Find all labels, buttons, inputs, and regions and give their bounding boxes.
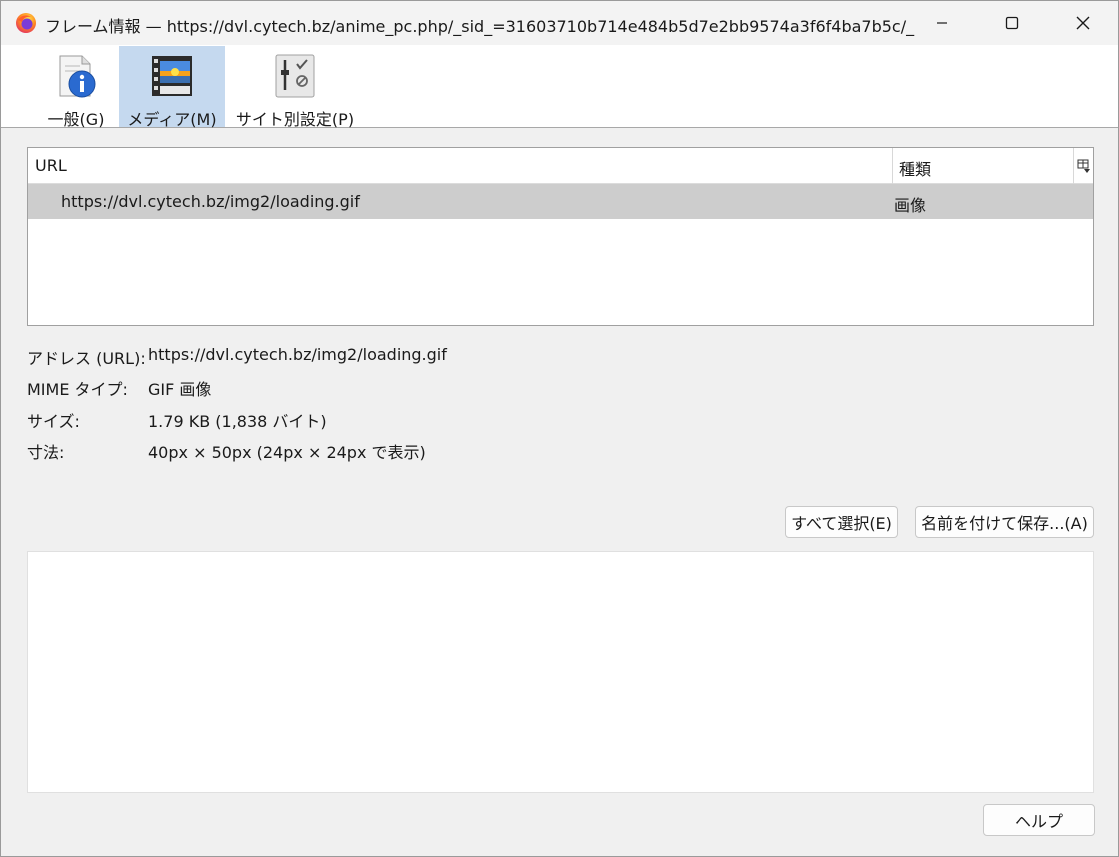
address-value: https://dvl.cytech.bz/img2/loading.gif — [148, 345, 447, 364]
media-type-cell: 画像 — [894, 196, 927, 215]
dimensions-label: 寸法: — [27, 443, 65, 462]
column-header-type[interactable]: 種類 — [899, 156, 931, 180]
window-title: フレーム情報 — https://dvl.cytech.bz/anime_pc.… — [45, 17, 915, 36]
maximize-button[interactable] — [977, 1, 1047, 45]
dimensions-value: 40px × 50px (24px × 24px で表示) — [148, 443, 426, 462]
size-value: 1.79 KB (1,838 バイト) — [148, 412, 327, 431]
select-all-button[interactable]: すべて選択(E) — [785, 506, 898, 538]
address-label: アドレス (URL): — [27, 349, 146, 368]
mime-type-label: MIME タイプ: — [27, 380, 128, 399]
permissions-icon — [269, 50, 321, 102]
minimize-button[interactable] — [907, 1, 977, 45]
close-button[interactable] — [1048, 1, 1118, 45]
tab-media-label: メディア(M) — [127, 110, 217, 129]
tab-permissions[interactable]: サイト別設定(P) — [227, 46, 363, 129]
tab-permissions-label: サイト別設定(P) — [235, 110, 355, 129]
size-label: サイズ: — [27, 412, 80, 431]
tab-general[interactable]: 一般(G) — [35, 46, 117, 129]
column-divider[interactable] — [1073, 148, 1074, 184]
column-picker-icon[interactable] — [1077, 158, 1091, 174]
help-button[interactable]: ヘルプ — [983, 804, 1095, 836]
media-icon — [146, 50, 198, 102]
mime-type-value: GIF 画像 — [148, 380, 212, 399]
column-header-url[interactable]: URL — [35, 156, 67, 175]
save-as-button[interactable]: 名前を付けて保存...(A) — [915, 506, 1094, 538]
table-row[interactable]: https://dvl.cytech.bz/img2/loading.gif 画… — [28, 184, 1093, 219]
media-url-cell: https://dvl.cytech.bz/img2/loading.gif — [61, 192, 360, 211]
page-info-toolbar: 一般(G) メディア(M) サイト別設定(P) — [1, 45, 1118, 129]
media-list-header: URL 種類 — [28, 148, 1093, 184]
column-divider[interactable] — [892, 148, 893, 184]
info-icon — [50, 50, 102, 102]
media-preview — [27, 551, 1094, 793]
page-info-window: フレーム情報 — https://dvl.cytech.bz/anime_pc.… — [0, 0, 1119, 857]
title-bar: フレーム情報 — https://dvl.cytech.bz/anime_pc.… — [1, 1, 1118, 45]
firefox-icon — [15, 12, 37, 34]
media-list[interactable]: URL 種類 https://dvl.cytech.bz/img2/loadin… — [27, 147, 1094, 326]
tab-general-label: 一般(G) — [47, 110, 105, 129]
tab-media[interactable]: メディア(M) — [119, 46, 225, 129]
